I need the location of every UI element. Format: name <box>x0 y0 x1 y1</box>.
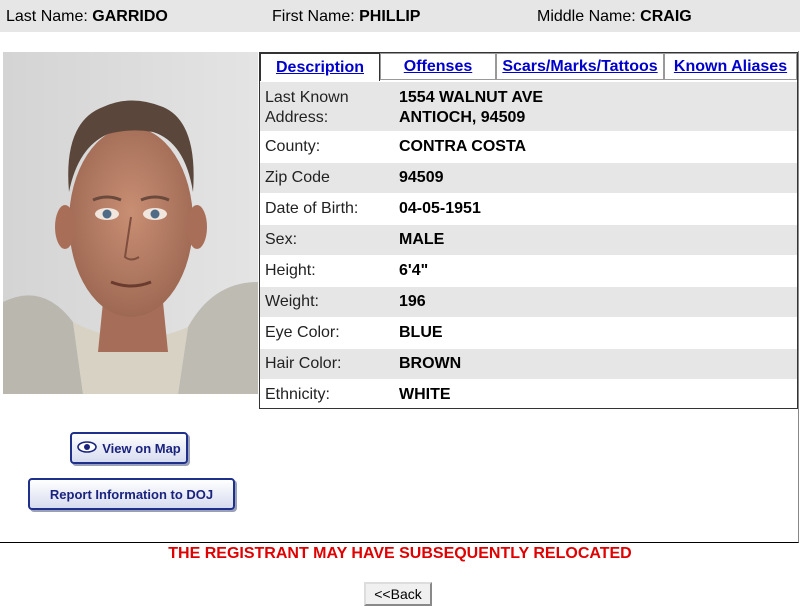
view-on-map-label: View on Map <box>102 440 181 456</box>
tab-description[interactable]: Description <box>260 53 380 82</box>
middle-name-value: CRAIG <box>640 8 692 25</box>
tab-bar: Description Offenses Scars/Marks/Tattoos… <box>260 53 797 82</box>
registrant-photo <box>3 52 258 394</box>
middle-name-field: Middle Name: CRAIG <box>537 8 692 26</box>
weight-label: Weight: <box>265 293 319 310</box>
tab-offenses[interactable]: Offenses <box>380 53 496 80</box>
county-label: County: <box>265 138 321 155</box>
last-name-value: GARRIDO <box>92 8 168 25</box>
weight-value: 196 <box>399 293 426 310</box>
last-name-field: Last Name: GARRIDO <box>6 8 168 26</box>
detail-row-ethnicity: Ethnicity: WHITE <box>260 379 797 410</box>
relocation-notice: THE REGISTRANT MAY HAVE SUBSEQUENTLY REL… <box>168 545 632 562</box>
zip-value: 94509 <box>399 169 444 186</box>
eye-color-value: BLUE <box>399 324 443 341</box>
height-label: Height: <box>265 262 316 279</box>
hair-color-value: BROWN <box>399 355 462 372</box>
address-line1: 1554 WALNUT AVE <box>399 89 544 106</box>
county-value: CONTRA COSTA <box>399 138 527 155</box>
address-value: 1554 WALNUT AVE ANTIOCH, 94509 <box>399 88 543 128</box>
tab-known-aliases[interactable]: Known Aliases <box>664 53 797 80</box>
details-panel: Description Offenses Scars/Marks/Tattoos… <box>259 52 798 409</box>
eye-color-label: Eye Color: <box>265 324 340 341</box>
last-name-label: Last Name: <box>6 8 88 25</box>
first-name-field: First Name: PHILLIP <box>272 8 420 26</box>
address-line2: ANTIOCH, 94509 <box>399 109 526 126</box>
detail-row-dob: Date of Birth: 04-05-1951 <box>260 193 797 224</box>
report-to-doj-button[interactable]: Report Information to DOJ <box>28 478 235 510</box>
dob-label: Date of Birth: <box>265 200 359 217</box>
details-table: Last Known Address: 1554 WALNUT AVE ANTI… <box>260 81 797 410</box>
back-button[interactable]: <<Back <box>364 582 432 606</box>
detail-row-eye-color: Eye Color: BLUE <box>260 317 797 348</box>
ethnicity-label: Ethnicity: <box>265 386 330 403</box>
ethnicity-value: WHITE <box>399 386 451 403</box>
detail-row-hair-color: Hair Color: BROWN <box>260 348 797 379</box>
height-value: 6'4" <box>399 262 429 279</box>
report-to-doj-label: Report Information to DOJ <box>49 486 214 502</box>
detail-row-zip: Zip Code 94509 <box>260 162 797 193</box>
first-name-value: PHILLIP <box>359 8 421 25</box>
zip-label: Zip Code <box>265 169 330 186</box>
name-header-bar: Last Name: GARRIDO First Name: PHILLIP M… <box>0 0 800 32</box>
eye-icon <box>77 440 98 456</box>
sex-label: Sex: <box>265 231 298 248</box>
address-label: Last Known Address: <box>265 89 349 126</box>
detail-row-height: Height: 6'4" <box>260 255 797 286</box>
view-on-map-button[interactable]: View on Map <box>70 432 188 464</box>
middle-name-label: Middle Name: <box>537 8 636 25</box>
hair-color-label: Hair Color: <box>265 355 342 372</box>
detail-row-address: Last Known Address: 1554 WALNUT AVE ANTI… <box>260 81 797 131</box>
detail-row-sex: Sex: MALE <box>260 224 797 255</box>
dob-value: 04-05-1951 <box>399 200 481 217</box>
sex-value: MALE <box>399 231 445 248</box>
detail-row-weight: Weight: 196 <box>260 286 797 317</box>
first-name-label: First Name: <box>272 8 355 25</box>
detail-row-county: County: CONTRA COSTA <box>260 131 797 162</box>
tab-scars-marks-tattoos[interactable]: Scars/Marks/Tattoos <box>496 53 664 80</box>
